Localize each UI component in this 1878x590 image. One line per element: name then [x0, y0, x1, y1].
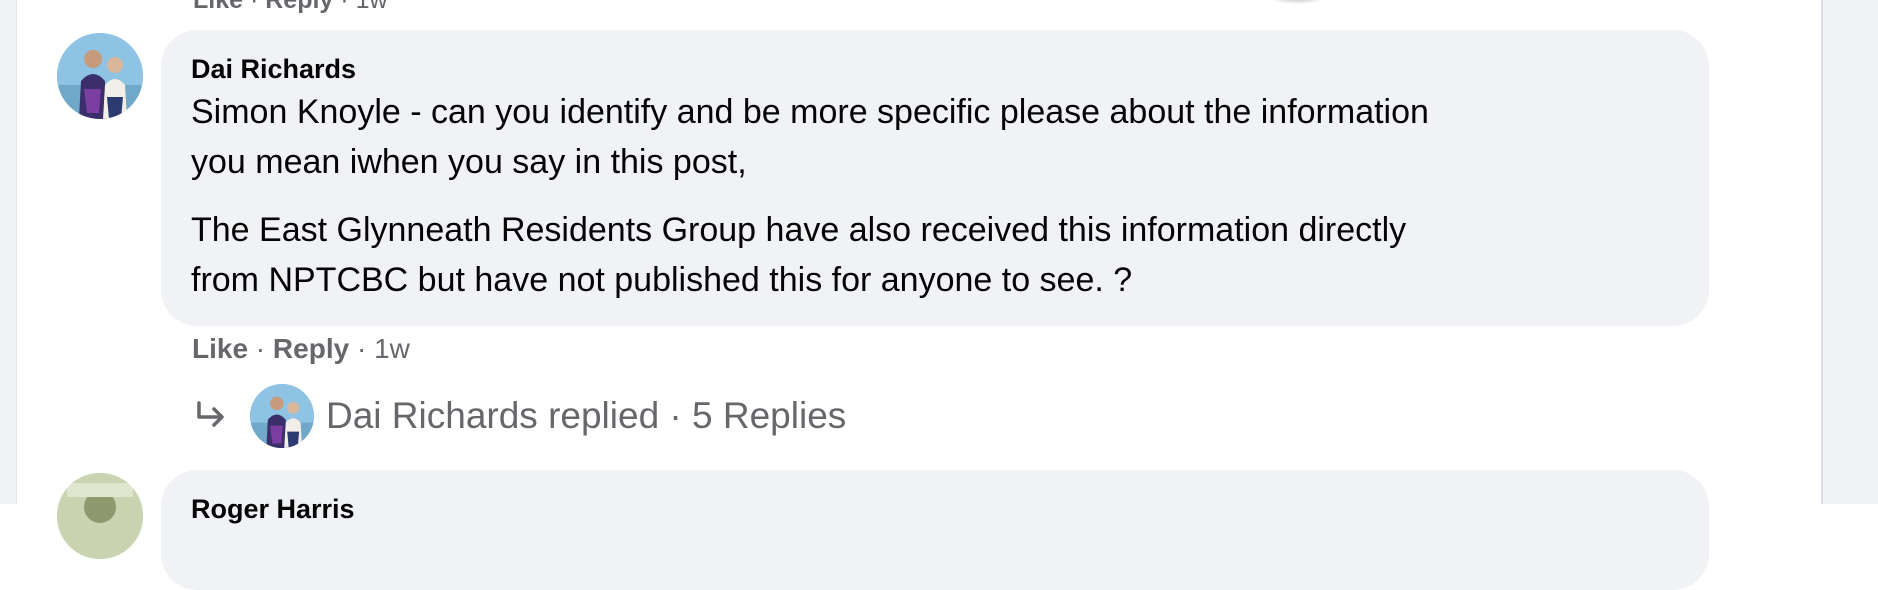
right-scroll-rail[interactable] — [1821, 0, 1878, 504]
previous-comment-actions: Like · Reply · 1w — [193, 0, 388, 15]
reply-arrow-icon — [192, 396, 232, 436]
avatar[interactable] — [57, 33, 143, 119]
comment-time[interactable]: 1w — [374, 333, 410, 364]
like-button[interactable]: Like — [192, 333, 248, 364]
reply-button[interactable]: Reply — [273, 333, 349, 364]
previous-comment-time: 1w — [355, 0, 388, 14]
next-comment-author[interactable]: Roger Harris — [191, 492, 1679, 526]
previous-reply-button[interactable]: Reply — [265, 0, 333, 14]
comment-text-line: The East Glynneath Residents Group have … — [191, 211, 1407, 249]
comment-author[interactable]: Dai Richards — [191, 52, 1679, 86]
replies-summary[interactable]: Dai Richards replied · 5 Replies — [326, 395, 846, 437]
left-rail — [0, 0, 17, 504]
comment-text-line: you mean iwhen you say in this post, — [191, 143, 747, 181]
separator: · — [248, 333, 273, 364]
comment-text-line: Simon Knoyle - can you identify and be m… — [191, 93, 1429, 131]
comment-text-line: from NPTCBC but have not published this … — [191, 261, 1133, 299]
next-comment-avatar[interactable] — [57, 473, 143, 559]
previous-like-button[interactable]: Like — [193, 0, 243, 14]
next-comment-bubble: Roger Harris — [161, 470, 1709, 590]
comment-bubble: Dai Richards Simon Knoyle - can you iden… — [161, 30, 1709, 326]
comment-actions: Like · Reply · 1w — [192, 330, 410, 368]
separator: · — [349, 333, 375, 364]
reply-author-avatar — [250, 384, 314, 448]
view-replies-link[interactable]: Dai Richards replied · 5 Replies — [192, 383, 846, 449]
